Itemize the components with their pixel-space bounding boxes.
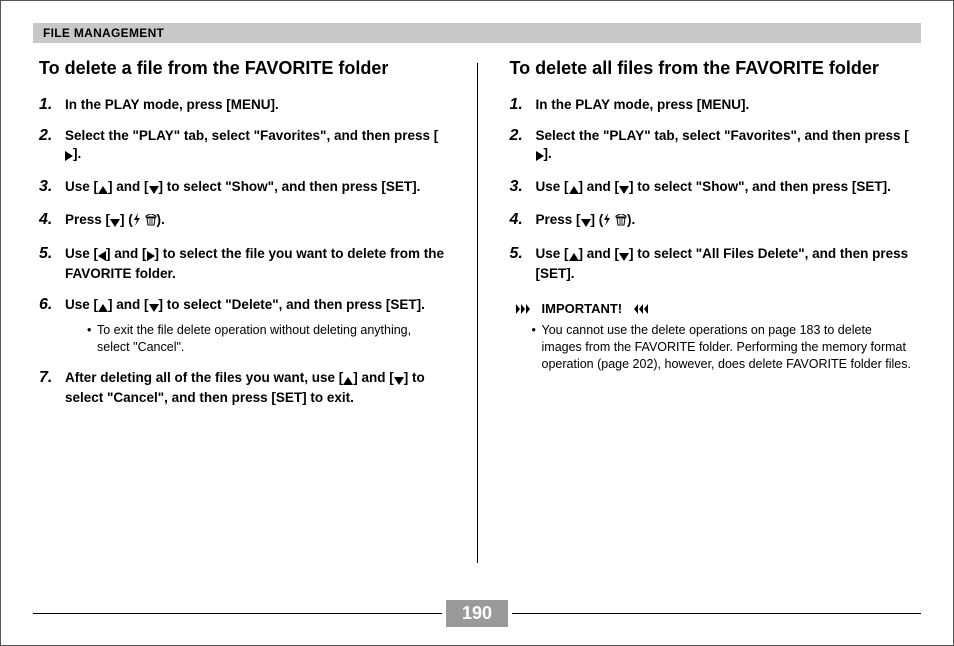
step-item: 3. Use [] and [] to select "Show", and th… — [510, 178, 916, 198]
step-body: Select the "PLAY" tab, select "Favorites… — [65, 127, 445, 165]
step-number: 2. — [510, 127, 528, 145]
manual-page: FILE MANAGEMENT To delete a file from th… — [1, 1, 953, 645]
flash-icon — [133, 213, 141, 231]
step-item: 1. In the PLAY mode, press [MENU]. — [510, 96, 916, 114]
step-subnotes: To exit the file delete operation withou… — [87, 322, 445, 356]
step-item: 2. Select the "PLAY" tab, select "Favorit… — [510, 127, 916, 165]
step-number: 3. — [39, 178, 57, 196]
section-header-text: FILE MANAGEMENT — [43, 26, 164, 40]
step-item: 5. Use [] and [] to select the file you w… — [39, 245, 445, 283]
arrow-right-icon — [516, 304, 538, 314]
flash-icon — [603, 213, 611, 231]
triangle-right-icon — [536, 147, 544, 165]
step-number: 5. — [510, 245, 528, 263]
step-item: 5. Use [] and [] to select "All Files Del… — [510, 245, 916, 283]
triangle-left-icon — [98, 247, 106, 265]
step-item: 4. Press [] ( ). — [510, 211, 916, 231]
step-subnote: To exit the file delete operation withou… — [87, 322, 445, 356]
step-item: 3. Use [] and [] to select "Show", and th… — [39, 178, 445, 198]
step-body: Use [] and [] to select "Delete", and th… — [65, 296, 445, 356]
important-label: IMPORTANT! — [542, 301, 623, 316]
triangle-down-icon — [619, 247, 629, 265]
step-body: Press [] ( ). — [65, 211, 445, 231]
step-body: Press [] ( ). — [536, 211, 916, 231]
step-body: Use [] and [] to select "Show", and then… — [65, 178, 445, 198]
triangle-down-icon — [619, 180, 629, 198]
step-body: Use [] and [] to select "All Files Delet… — [536, 245, 916, 283]
trash-icon — [615, 213, 627, 231]
two-column-layout: To delete a file from the FAVORITE folde… — [33, 57, 921, 577]
step-number: 4. — [510, 211, 528, 229]
step-body: Select the "PLAY" tab, select "Favorites… — [536, 127, 916, 165]
step-number: 5. — [39, 245, 57, 263]
step-item: 6. Use [] and [] to select "Delete", and … — [39, 296, 445, 356]
step-body: After deleting all of the files you want… — [65, 369, 445, 407]
triangle-down-icon — [149, 180, 159, 198]
step-number: 7. — [39, 369, 57, 387]
right-column: To delete all files from the FAVORITE fo… — [504, 57, 922, 577]
left-column: To delete a file from the FAVORITE folde… — [33, 57, 451, 577]
important-block: IMPORTANT! You cannot use the delete ope… — [510, 301, 916, 373]
step-body: Use [] and [] to select the file you wan… — [65, 245, 445, 283]
page-number: 190 — [446, 600, 508, 627]
page-footer: 190 — [33, 600, 921, 627]
step-number: 2. — [39, 127, 57, 145]
step-body: In the PLAY mode, press [MENU]. — [65, 96, 445, 114]
trash-icon — [145, 213, 157, 231]
section-header: FILE MANAGEMENT — [33, 23, 921, 43]
triangle-down-icon — [149, 298, 159, 316]
footer-line-right — [512, 613, 921, 614]
left-steps-list: 1. In the PLAY mode, press [MENU]. 2. Selec… — [39, 96, 445, 408]
step-number: 3. — [510, 178, 528, 196]
left-section-title: To delete a file from the FAVORITE folde… — [39, 57, 445, 80]
column-divider — [477, 63, 478, 563]
footer-line-left — [33, 613, 442, 614]
step-body: Use [] and [] to select "Show", and then… — [536, 178, 916, 198]
triangle-right-icon — [65, 147, 73, 165]
triangle-up-icon — [98, 298, 108, 316]
triangle-down-icon — [581, 213, 591, 231]
step-number: 1. — [39, 96, 57, 114]
step-item: 4. Press [] ( ). — [39, 211, 445, 231]
triangle-right-icon — [147, 247, 155, 265]
step-number: 4. — [39, 211, 57, 229]
arrow-left-icon — [626, 304, 648, 314]
important-note: You cannot use the delete operations on … — [532, 322, 916, 373]
triangle-up-icon — [569, 180, 579, 198]
triangle-up-icon — [343, 371, 353, 389]
step-item: 2. Select the "PLAY" tab, select "Favorit… — [39, 127, 445, 165]
triangle-up-icon — [569, 247, 579, 265]
triangle-down-icon — [394, 371, 404, 389]
triangle-up-icon — [98, 180, 108, 198]
right-section-title: To delete all files from the FAVORITE fo… — [510, 57, 916, 80]
step-item: 1. In the PLAY mode, press [MENU]. — [39, 96, 445, 114]
step-number: 6. — [39, 296, 57, 314]
step-body: In the PLAY mode, press [MENU]. — [536, 96, 916, 114]
triangle-down-icon — [110, 213, 120, 231]
step-item: 7. After deleting all of the files you wa… — [39, 369, 445, 407]
right-steps-list: 1. In the PLAY mode, press [MENU]. 2. Selec… — [510, 96, 916, 284]
important-header: IMPORTANT! — [516, 301, 916, 316]
step-number: 1. — [510, 96, 528, 114]
important-notes-list: You cannot use the delete operations on … — [532, 322, 916, 373]
